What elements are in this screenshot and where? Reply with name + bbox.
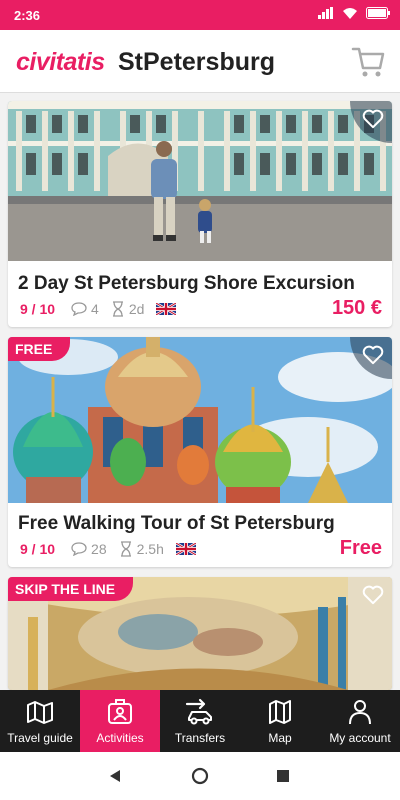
price: 150 € bbox=[331, 297, 382, 319]
wifi-icon bbox=[343, 8, 357, 19]
uk-flag-icon bbox=[175, 543, 196, 555]
heart-icon bbox=[362, 109, 384, 129]
activity-card[interactable]: FREE Free Walking Tour of St Petersburg … bbox=[8, 337, 392, 567]
tab-label: Map bbox=[268, 731, 292, 745]
activity-image bbox=[8, 337, 392, 503]
bottom-tab-bar: Travel guide Activities Transfers Map My… bbox=[0, 690, 400, 752]
tab-my-account[interactable]: My account bbox=[320, 690, 400, 752]
map-icon bbox=[269, 700, 291, 724]
activity-meta: 9 / 10 28 2.5h bbox=[20, 541, 196, 557]
cart-icon[interactable] bbox=[350, 44, 386, 80]
signal-icon bbox=[318, 7, 333, 19]
ticket-person-icon bbox=[108, 699, 132, 724]
skip-the-line-tag: SKIP THE LINE bbox=[8, 577, 134, 601]
hourglass-icon bbox=[111, 301, 125, 317]
tab-label: Activities bbox=[96, 731, 144, 745]
tab-map[interactable]: Map bbox=[240, 690, 320, 752]
comment-count: 28 bbox=[91, 541, 107, 557]
heart-icon bbox=[362, 585, 384, 605]
activity-card[interactable]: SKIP THE LINE bbox=[8, 577, 392, 690]
tab-transfers[interactable]: Transfers bbox=[160, 690, 240, 752]
person-icon bbox=[349, 700, 371, 725]
tab-label: Transfers bbox=[174, 731, 226, 745]
uk-flag-icon bbox=[156, 303, 177, 315]
recents-icon[interactable] bbox=[277, 770, 289, 782]
rating: 9 / 10 bbox=[20, 541, 56, 557]
status-icons bbox=[318, 7, 390, 19]
map-book-icon bbox=[27, 701, 53, 724]
tab-label: Travel guide bbox=[7, 731, 73, 745]
activity-title[interactable]: Free Walking Tour of St Petersburg bbox=[18, 513, 335, 535]
home-icon[interactable] bbox=[191, 767, 209, 785]
hourglass-icon bbox=[119, 541, 133, 557]
tab-activities[interactable]: Activities bbox=[80, 690, 160, 752]
heart-icon bbox=[362, 345, 384, 365]
app-header: civitatis StPetersburg bbox=[0, 30, 400, 93]
activity-card[interactable]: 2 Day St Petersburg Shore Excursion 9 / … bbox=[8, 101, 392, 327]
activity-title[interactable]: 2 Day St Petersburg Shore Excursion bbox=[18, 273, 355, 295]
comment-icon bbox=[71, 542, 87, 556]
tab-label: My account bbox=[329, 731, 391, 745]
activity-image bbox=[8, 101, 392, 261]
comment-icon bbox=[71, 302, 87, 316]
city-title: StPetersburg bbox=[118, 48, 275, 76]
duration: 2d bbox=[128, 301, 145, 317]
free-tag: FREE bbox=[8, 337, 71, 361]
rating: 9 / 10 bbox=[20, 301, 56, 317]
comment-count: 4 bbox=[91, 301, 99, 317]
back-icon[interactable] bbox=[108, 769, 122, 783]
status-bar: 2:36 bbox=[0, 0, 400, 30]
price: Free bbox=[339, 537, 382, 559]
system-nav-bar bbox=[0, 752, 400, 800]
battery-icon bbox=[366, 7, 390, 19]
civitatis-logo[interactable]: civitatis bbox=[16, 48, 105, 77]
car-arrow-icon bbox=[185, 698, 212, 725]
tab-travel-guide[interactable]: Travel guide bbox=[0, 690, 80, 752]
activity-meta: 9 / 10 4 2d bbox=[20, 301, 177, 317]
status-time: 2:36 bbox=[14, 8, 41, 23]
duration: 2.5h bbox=[136, 541, 164, 557]
